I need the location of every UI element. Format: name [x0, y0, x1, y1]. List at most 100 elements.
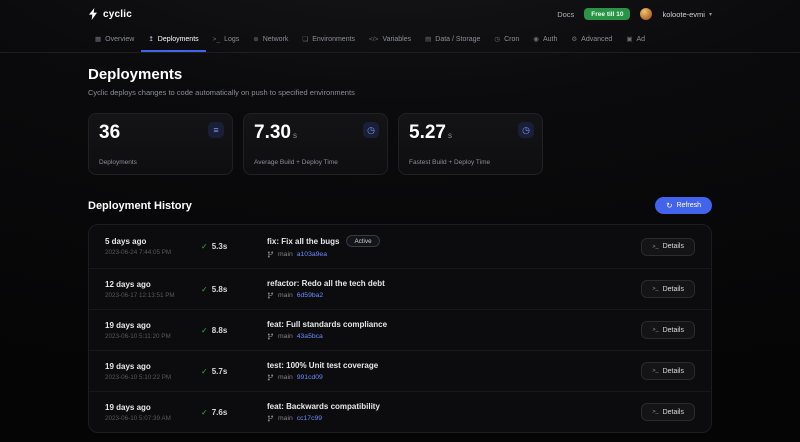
- gear-icon: ⚙: [571, 35, 577, 43]
- terminal-icon: >_: [213, 36, 220, 43]
- brand-name: cyclic: [103, 9, 132, 20]
- brand[interactable]: cyclic: [88, 8, 132, 20]
- tab-cron[interactable]: ◷ Cron: [487, 28, 526, 52]
- deployment-row: 19 days ago 2023-06-10 5:11:20 PM ✓ 8.8s…: [89, 310, 711, 351]
- deployment-history-panel: 5 days ago 2023-06-24 7:44:05 PM ✓ 5.3s …: [88, 224, 712, 433]
- stat-card-deployments: 36 ≡ Deployments: [88, 113, 233, 175]
- terminal-icon: >_: [652, 286, 658, 292]
- commit-hash-link[interactable]: a103a9ea: [297, 251, 327, 258]
- details-button[interactable]: >_ Details: [641, 280, 695, 298]
- tab-deployments[interactable]: ↥ Deployments: [141, 28, 205, 52]
- details-button[interactable]: >_ Details: [641, 362, 695, 380]
- stat-card-fastest-time: 5.27s ◷ Fastest Build + Deploy Time: [398, 113, 543, 175]
- commit-hash-link[interactable]: 6d59ba2: [297, 292, 323, 299]
- tab-label: Overview: [105, 36, 134, 43]
- tab-label: Logs: [224, 36, 239, 43]
- stat-unit: s: [448, 131, 452, 140]
- overview-icon: ▦: [95, 35, 101, 43]
- tab-variables[interactable]: </> Variables: [362, 28, 418, 52]
- check-icon: ✓: [201, 367, 208, 376]
- check-icon: ✓: [201, 326, 208, 335]
- branch-name: main: [278, 292, 293, 299]
- details-label: Details: [663, 286, 684, 293]
- avatar[interactable]: [640, 8, 652, 20]
- git-branch-icon: [267, 292, 274, 299]
- branch-name: main: [278, 251, 293, 258]
- tab-label: Advanced: [581, 36, 612, 43]
- details-label: Details: [663, 243, 684, 250]
- stat-value: 5.27: [409, 122, 446, 143]
- refresh-icon: ↻: [666, 201, 672, 210]
- stat-label: Deployments: [99, 159, 137, 166]
- stat-value: 36: [99, 122, 120, 143]
- branch-name: main: [278, 415, 293, 422]
- relative-time: 19 days ago: [105, 362, 201, 371]
- layers-icon: ❏: [302, 35, 308, 43]
- commit-message: feat: Full standards compliance: [267, 320, 387, 329]
- page-subtitle: Cyclic deploys changes to code automatic…: [88, 88, 712, 97]
- relative-time: 12 days ago: [105, 280, 201, 289]
- commit-message: fix: Fix all the bugs: [267, 237, 339, 246]
- git-branch-icon: [267, 333, 274, 340]
- details-button[interactable]: >_ Details: [641, 321, 695, 339]
- tab-label: Variables: [382, 36, 411, 43]
- user-menu[interactable]: koloote-evmi ▾: [662, 10, 712, 19]
- stats-row: 36 ≡ Deployments 7.30s ◷ Average Build +…: [88, 113, 712, 175]
- tab-label: Deployments: [158, 36, 199, 43]
- details-button[interactable]: >_ Details: [641, 238, 695, 256]
- tab-overview[interactable]: ▦ Overview: [88, 28, 141, 52]
- deployment-row: 5 days ago 2023-06-24 7:44:05 PM ✓ 5.3s …: [89, 225, 711, 269]
- commit-hash-link[interactable]: 991cd09: [297, 374, 323, 381]
- git-branch-icon: [267, 374, 274, 381]
- plan-badge[interactable]: Free till 10: [584, 8, 630, 20]
- status-badge: Active: [346, 235, 379, 247]
- commit-message: test: 100% Unit test coverage: [267, 361, 378, 370]
- history-title: Deployment History: [88, 200, 192, 212]
- docs-link[interactable]: Docs: [557, 10, 574, 19]
- stack-icon: ≡: [208, 122, 224, 138]
- tab-ad[interactable]: ▣ Ad: [619, 28, 652, 52]
- tab-environments[interactable]: ❏ Environments: [295, 28, 362, 52]
- check-icon: ✓: [201, 242, 208, 251]
- clock-icon: ◷: [518, 122, 534, 138]
- details-button[interactable]: >_ Details: [641, 403, 695, 421]
- relative-time: 19 days ago: [105, 321, 201, 330]
- clock-icon: ◷: [363, 122, 379, 138]
- refresh-button[interactable]: ↻ Refresh: [655, 197, 712, 214]
- stat-label: Average Build + Deploy Time: [254, 159, 338, 166]
- history-header: Deployment History ↻ Refresh: [88, 197, 712, 214]
- terminal-icon: >_: [652, 368, 658, 374]
- database-icon: ▤: [425, 35, 431, 43]
- tab-label: Ad: [636, 36, 645, 43]
- timestamp: 2023-06-10 5:11:20 PM: [105, 333, 201, 340]
- timestamp: 2023-06-17 12:13:51 PM: [105, 292, 201, 299]
- terminal-icon: >_: [652, 409, 658, 415]
- terminal-icon: >_: [652, 327, 658, 333]
- tab-logs[interactable]: >_ Logs: [206, 28, 247, 52]
- build-duration: 8.8s: [212, 326, 228, 335]
- tab-advanced[interactable]: ⚙ Advanced: [564, 28, 619, 52]
- tab-network[interactable]: ⊕ Network: [246, 28, 295, 52]
- stat-card-average-time: 7.30s ◷ Average Build + Deploy Time: [243, 113, 388, 175]
- timestamp: 2023-06-24 7:44:05 PM: [105, 249, 201, 256]
- app-root: cyclic Docs Free till 10 koloote-evmi ▾ …: [0, 0, 800, 433]
- stat-unit: s: [293, 131, 297, 140]
- commit-hash-link[interactable]: 43a5bca: [297, 333, 323, 340]
- commit-hash-link[interactable]: cc17c99: [297, 415, 322, 422]
- stat-value: 7.30: [254, 122, 291, 143]
- deployment-row: 19 days ago 2023-06-10 5:10:22 PM ✓ 5.7s…: [89, 351, 711, 392]
- details-label: Details: [663, 327, 684, 334]
- main-content: Deployments Cyclic deploys changes to co…: [88, 53, 712, 433]
- lock-icon: ◉: [533, 35, 539, 43]
- tab-label: Auth: [543, 36, 557, 43]
- branch-name: main: [278, 374, 293, 381]
- details-label: Details: [663, 368, 684, 375]
- commit-message: feat: Backwards compatibility: [267, 402, 380, 411]
- top-header: cyclic Docs Free till 10 koloote-evmi ▾: [0, 0, 800, 28]
- relative-time: 5 days ago: [105, 237, 201, 246]
- details-label: Details: [663, 409, 684, 416]
- tab-auth[interactable]: ◉ Auth: [526, 28, 564, 52]
- timestamp: 2023-06-10 5:07:39 AM: [105, 415, 201, 422]
- tab-data-storage[interactable]: ▤ Data / Storage: [418, 28, 487, 52]
- clock-icon: ◷: [494, 35, 500, 43]
